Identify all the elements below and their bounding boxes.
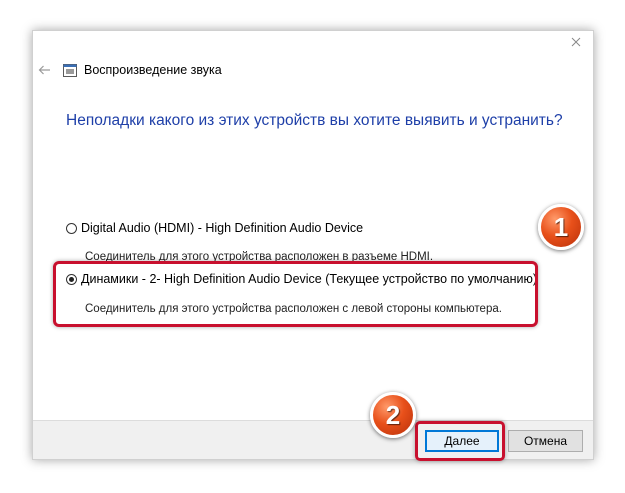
dialog-footer: Далее Отмена bbox=[33, 420, 593, 459]
window-title: Воспроизведение звука bbox=[84, 63, 222, 77]
highlight-speakers-option bbox=[53, 261, 538, 327]
annotation-badge-1: 1 bbox=[538, 204, 584, 250]
highlight-next-button bbox=[415, 421, 505, 461]
back-button[interactable] bbox=[35, 61, 53, 79]
back-arrow-icon bbox=[38, 65, 50, 75]
annotation-badge-2: 2 bbox=[370, 392, 416, 438]
option-hdmi-label: Digital Audio (HDMI) - High Definition A… bbox=[81, 221, 364, 235]
radio-hdmi[interactable] bbox=[66, 222, 77, 234]
close-button[interactable] bbox=[565, 31, 587, 53]
troubleshooter-window: Воспроизведение звука Неполадки какого и… bbox=[32, 30, 594, 460]
speaker-app-icon bbox=[63, 64, 77, 77]
question-heading: Неполадки какого из этих устройств вы хо… bbox=[66, 112, 563, 129]
cancel-button[interactable]: Отмена bbox=[508, 430, 583, 452]
option-hdmi[interactable]: Digital Audio (HDMI) - High Definition A… bbox=[66, 221, 363, 235]
close-icon bbox=[571, 37, 581, 47]
